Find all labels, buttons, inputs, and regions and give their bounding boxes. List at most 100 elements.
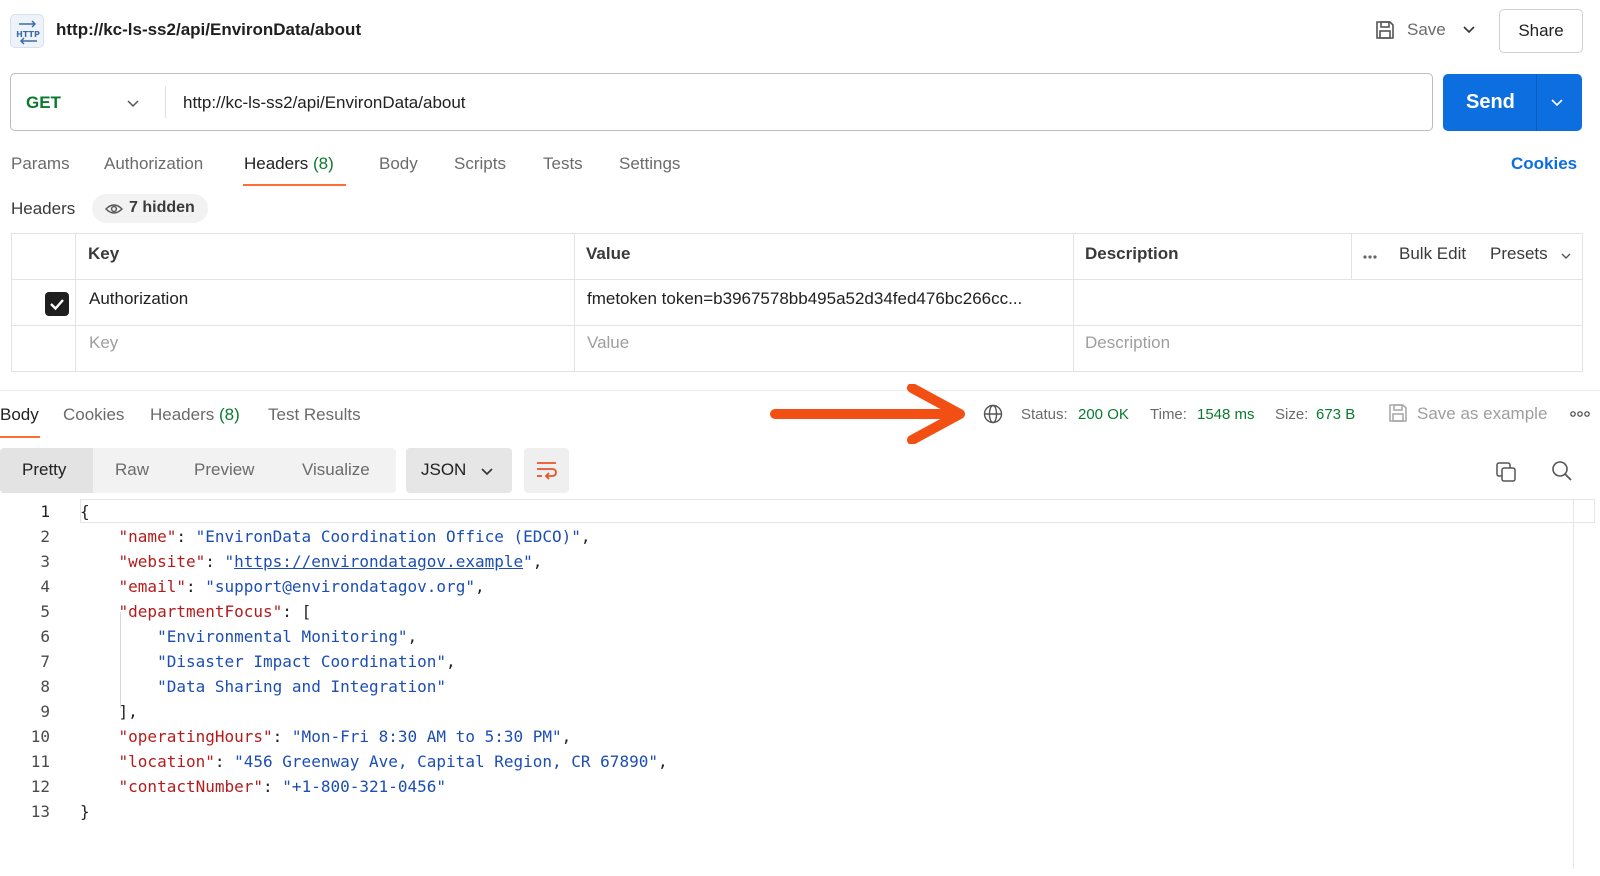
code-line[interactable]: } (80, 802, 90, 821)
response-tab-headers-count: (8) (219, 405, 240, 424)
size-value[interactable]: 673 B (1316, 406, 1355, 423)
line-number: 2 (40, 527, 50, 546)
save-options-chevron-icon[interactable] (1462, 22, 1476, 36)
tab-headers[interactable]: Headers (8) (244, 154, 334, 174)
save-icon[interactable] (1374, 19, 1396, 41)
header-value-cell[interactable]: fmetoken token=b3967578bb495a52d34fed476… (587, 289, 1022, 309)
json-key: "contactNumber" (118, 777, 264, 796)
line-number: 6 (40, 627, 50, 646)
json-key: "operatingHours" (118, 727, 273, 746)
bulk-edit-button[interactable]: Bulk Edit (1399, 244, 1466, 264)
view-pretty-button[interactable]: Pretty (22, 460, 66, 480)
tab-params[interactable]: Params (11, 154, 70, 174)
code-line[interactable]: "name": "EnvironData Coordination Office… (80, 527, 591, 546)
code-line[interactable]: "operatingHours": "Mon-Fri 8:30 AM to 5:… (80, 727, 572, 746)
code-line[interactable]: "email": "support@environdatagov.org", (80, 577, 485, 596)
line-number: 9 (40, 702, 50, 721)
tab-headers-label: Headers (244, 154, 309, 173)
request-title[interactable]: http://kc-ls-ss2/api/EnvironData/about (56, 20, 361, 40)
save-as-example-button[interactable]: Save as example (1417, 404, 1547, 424)
line-number: 10 (30, 727, 50, 746)
send-options-chevron-icon[interactable] (1550, 95, 1564, 109)
line-number: 13 (30, 802, 50, 821)
website-link[interactable]: https://environdatagov.example (234, 552, 523, 571)
tab-authorization[interactable]: Authorization (104, 154, 203, 174)
code-line[interactable]: "Environmental Monitoring", (80, 627, 417, 646)
json-value: "Mon-Fri 8:30 AM to 5:30 PM" (291, 727, 562, 746)
code-line[interactable]: "location": "456 Greenway Ave, Capital R… (80, 752, 668, 771)
method-select[interactable]: GET (26, 93, 61, 113)
header-enabled-checkbox[interactable] (45, 292, 69, 316)
line-number: 11 (30, 752, 50, 771)
svg-text:HTTP: HTTP (16, 30, 40, 39)
more-options-icon[interactable] (1362, 254, 1378, 260)
hidden-headers-label[interactable]: 7 hidden (129, 199, 195, 217)
save-example-icon[interactable] (1387, 402, 1409, 424)
more-options-icon[interactable] (1570, 410, 1590, 418)
response-tab-cookies[interactable]: Cookies (63, 405, 124, 425)
view-raw-button[interactable]: Raw (115, 460, 149, 480)
code-line[interactable]: "Data Sharing and Integration" (80, 677, 446, 696)
tab-scripts[interactable]: Scripts (454, 154, 506, 174)
json-key: "website" (118, 552, 206, 571)
time-value[interactable]: 1548 ms (1197, 406, 1255, 423)
status-label: Status: (1021, 406, 1068, 423)
tab-settings[interactable]: Settings (619, 154, 680, 174)
code-vertical-guide (1573, 499, 1574, 869)
search-icon[interactable] (1551, 460, 1573, 482)
line-number: 5 (40, 602, 50, 621)
globe-icon[interactable] (983, 404, 1003, 424)
response-tab-headers[interactable]: Headers (8) (150, 405, 240, 425)
json-value: "Disaster Impact Coordination" (157, 652, 447, 671)
view-preview-button[interactable]: Preview (194, 460, 254, 480)
active-tab-indicator (243, 184, 346, 186)
column-header-description: Description (1085, 244, 1179, 263)
save-button[interactable]: Save (1407, 20, 1446, 40)
line-number: 4 (40, 577, 50, 596)
time-label: Time: (1150, 406, 1187, 423)
format-chevron-icon[interactable] (480, 464, 494, 478)
code-line[interactable]: { (80, 502, 90, 521)
response-tab-body[interactable]: Body (0, 405, 39, 425)
view-visualize-button[interactable]: Visualize (302, 460, 370, 480)
response-active-tab-indicator (0, 436, 40, 438)
share-button[interactable]: Share (1499, 9, 1583, 53)
tab-headers-count: (8) (313, 154, 334, 173)
cookies-link[interactable]: Cookies (1511, 154, 1577, 174)
copy-icon[interactable] (1495, 461, 1517, 483)
line-number: 12 (30, 777, 50, 796)
code-line[interactable]: "website": "https://environdatagov.examp… (80, 552, 543, 571)
method-chevron-icon[interactable] (126, 96, 140, 110)
code-line[interactable]: ], (80, 702, 138, 721)
code-line[interactable]: "contactNumber": "+1-800-321-0456" (80, 777, 447, 796)
json-value: "+1-800-321-0456" (282, 777, 447, 796)
wrap-lines-icon[interactable] (535, 459, 559, 481)
send-divider (1536, 74, 1537, 131)
header-key-cell[interactable]: Authorization (89, 289, 188, 309)
response-tab-test-results[interactable]: Test Results (268, 405, 361, 425)
json-key: "departmentFocus" (118, 602, 283, 621)
url-input[interactable]: http://kc-ls-ss2/api/EnvironData/about (183, 93, 466, 113)
line-number: 3 (40, 552, 50, 571)
presets-dropdown[interactable]: Presets (1490, 244, 1548, 264)
eye-icon[interactable] (105, 203, 123, 215)
current-line-highlight (80, 499, 1595, 523)
presets-chevron-icon[interactable] (1560, 250, 1572, 262)
json-key: "email" (118, 577, 186, 596)
json-value: "EnvironData Coordination Office (EDCO)" (195, 527, 581, 546)
column-header-value: Value (586, 244, 631, 263)
column-header-key: Key (88, 244, 120, 263)
send-label[interactable]: Send (1466, 91, 1515, 114)
tab-tests[interactable]: Tests (543, 154, 583, 174)
new-value-input[interactable]: Value (587, 333, 629, 353)
status-value[interactable]: 200 OK (1078, 406, 1129, 423)
code-line[interactable]: "departmentFocus": [ (80, 602, 312, 621)
line-number: 7 (40, 652, 50, 671)
new-description-input[interactable]: Description (1085, 333, 1170, 353)
line-number: 8 (40, 677, 50, 696)
tab-body[interactable]: Body (379, 154, 418, 174)
new-key-input[interactable]: Key (89, 333, 118, 353)
code-line[interactable]: "Disaster Impact Coordination", (80, 652, 456, 671)
http-request-icon: HTTP (10, 14, 44, 48)
format-select-label[interactable]: JSON (421, 460, 466, 480)
